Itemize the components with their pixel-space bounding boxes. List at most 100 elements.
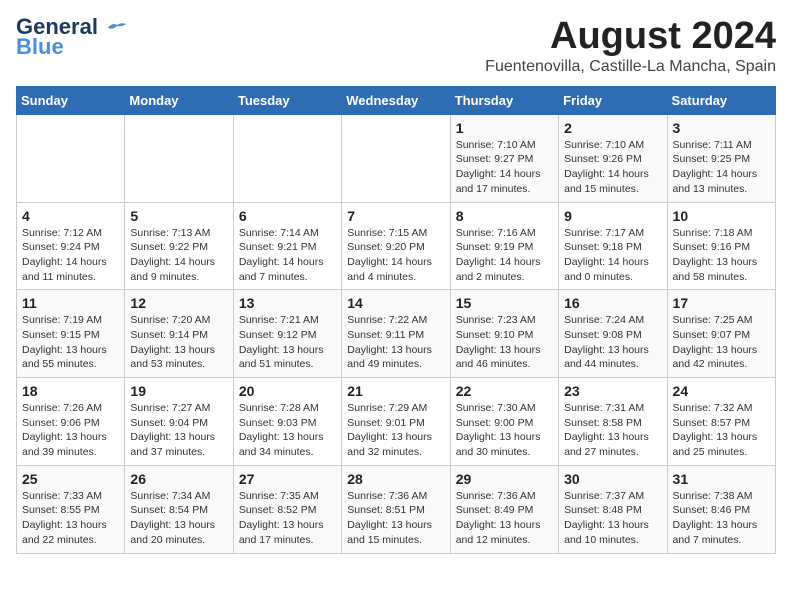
week-row-2: 4 Sunrise: 7:12 AMSunset: 9:24 PMDaylight… — [17, 202, 776, 290]
weekday-header-friday: Friday — [559, 86, 667, 114]
day-info: Sunrise: 7:31 AMSunset: 8:58 PMDaylight:… — [564, 401, 661, 460]
day-info: Sunrise: 7:37 AMSunset: 8:48 PMDaylight:… — [564, 489, 661, 548]
calendar-cell: 6 Sunrise: 7:14 AMSunset: 9:21 PMDaylight… — [233, 202, 341, 290]
calendar-cell: 14 Sunrise: 7:22 AMSunset: 9:11 PMDayligh… — [342, 290, 450, 378]
calendar-cell: 10 Sunrise: 7:18 AMSunset: 9:16 PMDayligh… — [667, 202, 775, 290]
calendar-cell: 21Sunrise: 7:29 AMSunset: 9:01 PMDayligh… — [342, 378, 450, 466]
day-info: Sunrise: 7:17 AMSunset: 9:18 PMDaylight:… — [564, 226, 661, 285]
day-number: 14 — [347, 295, 444, 311]
day-number: 6 — [239, 208, 336, 224]
week-row-1: 1 Sunrise: 7:10 AMSunset: 9:27 PMDaylight… — [17, 114, 776, 202]
day-number: 2 — [564, 120, 661, 136]
day-number: 31 — [673, 471, 770, 487]
calendar-cell: 4 Sunrise: 7:12 AMSunset: 9:24 PMDaylight… — [17, 202, 125, 290]
day-info: Sunrise: 7:16 AMSunset: 9:19 PMDaylight:… — [456, 226, 553, 285]
day-number: 4 — [22, 208, 119, 224]
weekday-header-tuesday: Tuesday — [233, 86, 341, 114]
calendar-cell: 27 Sunrise: 7:35 AMSunset: 8:52 PMDayligh… — [233, 465, 341, 553]
calendar-cell: 7Sunrise: 7:15 AMSunset: 9:20 PMDaylight… — [342, 202, 450, 290]
calendar-cell: 25 Sunrise: 7:33 AMSunset: 8:55 PMDayligh… — [17, 465, 125, 553]
calendar-cell: 29Sunrise: 7:36 AMSunset: 8:49 PMDayligh… — [450, 465, 558, 553]
day-info: Sunrise: 7:20 AMSunset: 9:14 PMDaylight:… — [130, 313, 227, 372]
day-number: 7 — [347, 208, 444, 224]
day-info: Sunrise: 7:30 AMSunset: 9:00 PMDaylight:… — [456, 401, 553, 460]
day-number: 12 — [130, 295, 227, 311]
calendar-cell — [342, 114, 450, 202]
calendar-cell — [233, 114, 341, 202]
week-row-5: 25 Sunrise: 7:33 AMSunset: 8:55 PMDayligh… — [17, 465, 776, 553]
weekday-header-sunday: Sunday — [17, 86, 125, 114]
logo-blue: Blue — [16, 36, 64, 58]
day-info: Sunrise: 7:14 AMSunset: 9:21 PMDaylight:… — [239, 226, 336, 285]
calendar-cell: 24 Sunrise: 7:32 AMSunset: 8:57 PMDayligh… — [667, 378, 775, 466]
day-number: 10 — [673, 208, 770, 224]
day-number: 11 — [22, 295, 119, 311]
calendar-cell — [17, 114, 125, 202]
month-title: August 2024 — [485, 16, 776, 58]
week-row-3: 11 Sunrise: 7:19 AMSunset: 9:15 PMDayligh… — [17, 290, 776, 378]
day-number: 3 — [673, 120, 770, 136]
day-info: Sunrise: 7:21 AMSunset: 9:12 PMDaylight:… — [239, 313, 336, 372]
day-number: 15 — [456, 295, 553, 311]
calendar-cell: 31 Sunrise: 7:38 AMSunset: 8:46 PMDayligh… — [667, 465, 775, 553]
day-number: 20 — [239, 383, 336, 399]
day-info: Sunrise: 7:36 AMSunset: 8:49 PMDaylight:… — [456, 489, 553, 548]
calendar-cell: 11 Sunrise: 7:19 AMSunset: 9:15 PMDayligh… — [17, 290, 125, 378]
calendar-table: SundayMondayTuesdayWednesdayThursdayFrid… — [16, 86, 776, 554]
day-info: Sunrise: 7:35 AMSunset: 8:52 PMDaylight:… — [239, 489, 336, 548]
calendar-cell: 18Sunrise: 7:26 AMSunset: 9:06 PMDayligh… — [17, 378, 125, 466]
day-number: 16 — [564, 295, 661, 311]
calendar-cell: 13Sunrise: 7:21 AMSunset: 9:12 PMDayligh… — [233, 290, 341, 378]
location-title: Fuentenovilla, Castille-La Mancha, Spain — [485, 58, 776, 76]
calendar-cell: 3Sunrise: 7:11 AMSunset: 9:25 PMDaylight… — [667, 114, 775, 202]
day-info: Sunrise: 7:19 AMSunset: 9:15 PMDaylight:… — [22, 313, 119, 372]
calendar-cell: 1 Sunrise: 7:10 AMSunset: 9:27 PMDaylight… — [450, 114, 558, 202]
calendar-body: 1 Sunrise: 7:10 AMSunset: 9:27 PMDaylight… — [17, 114, 776, 553]
calendar-cell: 2 Sunrise: 7:10 AMSunset: 9:26 PMDaylight… — [559, 114, 667, 202]
day-number: 9 — [564, 208, 661, 224]
day-number: 27 — [239, 471, 336, 487]
calendar-cell: 17 Sunrise: 7:25 AMSunset: 9:07 PMDayligh… — [667, 290, 775, 378]
day-info: Sunrise: 7:32 AMSunset: 8:57 PMDaylight:… — [673, 401, 770, 460]
day-info: Sunrise: 7:18 AMSunset: 9:16 PMDaylight:… — [673, 226, 770, 285]
weekday-header-thursday: Thursday — [450, 86, 558, 114]
weekday-header-monday: Monday — [125, 86, 233, 114]
calendar-cell: 9 Sunrise: 7:17 AMSunset: 9:18 PMDaylight… — [559, 202, 667, 290]
week-row-4: 18Sunrise: 7:26 AMSunset: 9:06 PMDayligh… — [17, 378, 776, 466]
day-number: 21 — [347, 383, 444, 399]
day-info: Sunrise: 7:10 AMSunset: 9:26 PMDaylight:… — [564, 138, 661, 197]
day-number: 5 — [130, 208, 227, 224]
calendar-cell: 12 Sunrise: 7:20 AMSunset: 9:14 PMDayligh… — [125, 290, 233, 378]
day-info: Sunrise: 7:36 AMSunset: 8:51 PMDaylight:… — [347, 489, 444, 548]
day-number: 22 — [456, 383, 553, 399]
weekday-header-saturday: Saturday — [667, 86, 775, 114]
day-number: 1 — [456, 120, 553, 136]
title-area: August 2024 Fuentenovilla, Castille-La M… — [485, 16, 776, 76]
day-info: Sunrise: 7:13 AMSunset: 9:22 PMDaylight:… — [130, 226, 227, 285]
calendar-cell: 22 Sunrise: 7:30 AMSunset: 9:00 PMDayligh… — [450, 378, 558, 466]
day-info: Sunrise: 7:38 AMSunset: 8:46 PMDaylight:… — [673, 489, 770, 548]
weekday-header-row: SundayMondayTuesdayWednesdayThursdayFrid… — [17, 86, 776, 114]
calendar-cell: 15Sunrise: 7:23 AMSunset: 9:10 PMDayligh… — [450, 290, 558, 378]
day-number: 17 — [673, 295, 770, 311]
day-number: 8 — [456, 208, 553, 224]
day-info: Sunrise: 7:12 AMSunset: 9:24 PMDaylight:… — [22, 226, 119, 285]
day-number: 19 — [130, 383, 227, 399]
logo: General Blue — [16, 16, 128, 58]
day-info: Sunrise: 7:24 AMSunset: 9:08 PMDaylight:… — [564, 313, 661, 372]
day-info: Sunrise: 7:22 AMSunset: 9:11 PMDaylight:… — [347, 313, 444, 372]
weekday-header-wednesday: Wednesday — [342, 86, 450, 114]
day-number: 30 — [564, 471, 661, 487]
calendar-cell: 30 Sunrise: 7:37 AMSunset: 8:48 PMDayligh… — [559, 465, 667, 553]
day-info: Sunrise: 7:27 AMSunset: 9:04 PMDaylight:… — [130, 401, 227, 460]
day-number: 25 — [22, 471, 119, 487]
calendar-cell — [125, 114, 233, 202]
day-info: Sunrise: 7:10 AMSunset: 9:27 PMDaylight:… — [456, 138, 553, 197]
calendar-cell: 23 Sunrise: 7:31 AMSunset: 8:58 PMDayligh… — [559, 378, 667, 466]
day-info: Sunrise: 7:33 AMSunset: 8:55 PMDaylight:… — [22, 489, 119, 548]
day-number: 23 — [564, 383, 661, 399]
day-number: 18 — [22, 383, 119, 399]
day-info: Sunrise: 7:25 AMSunset: 9:07 PMDaylight:… — [673, 313, 770, 372]
day-number: 24 — [673, 383, 770, 399]
day-info: Sunrise: 7:28 AMSunset: 9:03 PMDaylight:… — [239, 401, 336, 460]
